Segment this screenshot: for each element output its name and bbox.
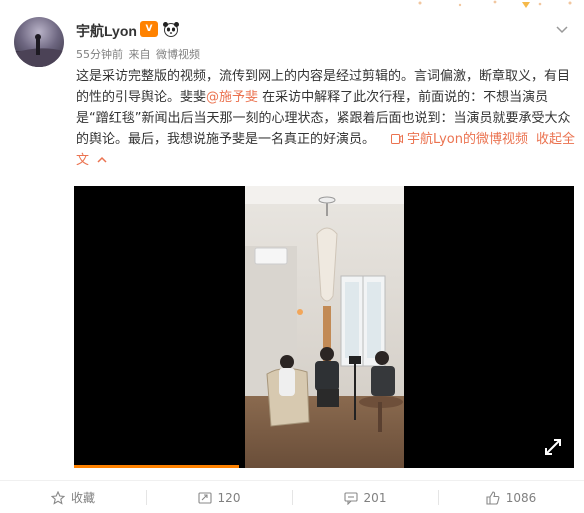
post-source[interactable]: 微博视频 xyxy=(156,48,200,61)
like-count: 1086 xyxy=(505,490,537,505)
decorative-header-pattern xyxy=(418,0,572,8)
chevron-up-icon xyxy=(97,156,107,163)
post-text: 这是采访完整版的视频，流传到网上的内容是经过剪辑的。言词偏激，断章取义，有目的性… xyxy=(76,66,576,171)
repost-count: 120 xyxy=(217,490,241,505)
vip-badge-icon[interactable]: V xyxy=(140,21,158,37)
favorite-label: 收藏 xyxy=(70,491,95,505)
post-meta: 55分钟前 来自 微博视频 xyxy=(76,46,202,62)
avatar[interactable] xyxy=(14,17,64,67)
thumbs-up-icon xyxy=(486,490,500,505)
panda-icon xyxy=(163,22,179,37)
post-time[interactable]: 55分钟前 xyxy=(76,48,123,61)
username[interactable]: 宇航Lyon xyxy=(76,21,137,41)
repost-button[interactable]: 120 xyxy=(146,481,292,513)
source-prefix: 来自 xyxy=(128,48,151,61)
favorite-button[interactable]: 收藏 xyxy=(0,481,146,513)
comment-button[interactable]: 201 xyxy=(292,481,438,513)
video-link[interactable]: 宇航Lyon的微博视频 xyxy=(391,132,528,147)
post-menu-chevron-icon[interactable] xyxy=(554,22,570,38)
video-progress-bar[interactable] xyxy=(74,465,239,468)
comment-count: 201 xyxy=(363,490,387,505)
star-icon xyxy=(50,490,65,505)
mention-link[interactable]: @施予斐 xyxy=(206,90,258,105)
user-badges: V xyxy=(140,21,180,37)
video-link-label: 宇航Lyon的微博视频 xyxy=(407,132,528,147)
video-link-icon xyxy=(391,134,404,144)
post-action-bar: 收藏 120 201 1086 xyxy=(0,480,584,513)
video-frame-image xyxy=(245,186,404,468)
weibo-post-card: 宇航Lyon V 55分钟前 来自 微博视频 这是采访完整版的视频，流传到网上的… xyxy=(0,0,584,513)
fullscreen-icon[interactable] xyxy=(543,437,563,457)
repost-icon xyxy=(197,491,212,504)
like-button[interactable]: 1086 xyxy=(438,481,584,513)
comment-icon xyxy=(343,491,358,505)
